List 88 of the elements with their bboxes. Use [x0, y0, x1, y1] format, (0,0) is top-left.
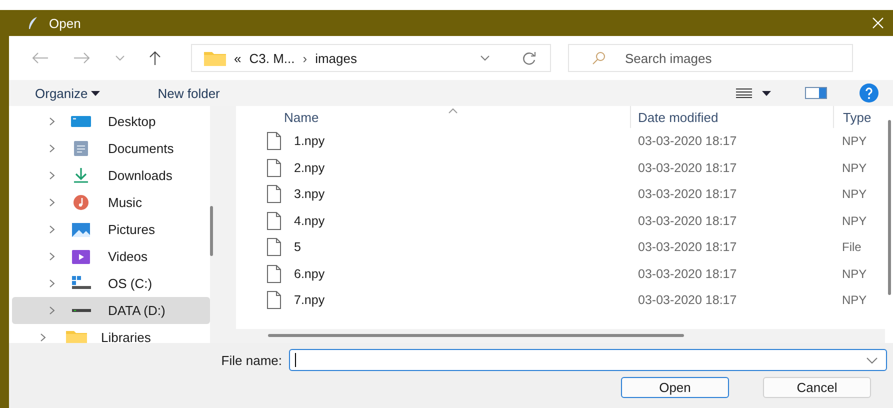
- forward-arrow-icon[interactable]: [73, 52, 91, 64]
- address-bar[interactable]: « C3. M... › images: [191, 44, 551, 72]
- scrollbar-thumb[interactable]: [210, 206, 213, 256]
- type-cell-text: NPY: [841, 292, 868, 310]
- scrollbar-thumb[interactable]: [888, 120, 891, 295]
- file-icon: [266, 132, 282, 150]
- date-cell-text: 03-03-2020 18:17: [637, 266, 738, 283]
- file-name-field[interactable]: [289, 349, 887, 371]
- breadcrumb[interactable]: images: [315, 50, 358, 66]
- open-button[interactable]: Open: [621, 377, 729, 398]
- up-arrow-icon[interactable]: [149, 50, 161, 66]
- sidebar-item[interactable]: Downloads: [12, 162, 210, 189]
- search-field[interactable]: Search images: [568, 44, 853, 72]
- folder-icon: [204, 50, 226, 66]
- chevron-right-icon[interactable]: [49, 306, 55, 315]
- file-icon: [266, 238, 282, 256]
- overflow-chevrons[interactable]: «: [234, 50, 242, 66]
- preview-pane-icon[interactable]: [805, 87, 827, 99]
- help-icon[interactable]: [859, 83, 879, 103]
- field-label: File name:: [221, 352, 282, 368]
- search-icon: [592, 51, 606, 65]
- date-cell-text: 03-03-2020 18:17: [637, 160, 738, 177]
- file-name[interactable]: 6.npy: [294, 266, 325, 281]
- window-title: Open: [49, 16, 81, 30]
- date-column-header[interactable]: Date modified: [631, 106, 834, 128]
- sidebar-item[interactable]: DATA (D:): [12, 297, 210, 324]
- chevron-right-icon[interactable]: [49, 279, 55, 288]
- file-icon: [266, 185, 282, 204]
- sidebar-item[interactable]: Documents: [12, 135, 210, 162]
- date-cell-text: 03-03-2020 18:17: [637, 133, 738, 150]
- caret-icon[interactable]: [762, 90, 771, 96]
- file-icon: [266, 264, 282, 283]
- file-name[interactable]: 7.npy: [294, 293, 325, 308]
- sort-ascending-icon[interactable]: [448, 108, 458, 114]
- file-name[interactable]: 2.npy: [294, 160, 325, 175]
- date-cell-text: 03-03-2020 18:17: [637, 212, 738, 230]
- file-name[interactable]: 1.npy: [294, 134, 325, 148]
- sidebar-item[interactable]: Music: [12, 189, 210, 216]
- type-cell-text: NPY: [841, 133, 868, 150]
- text-cursor: [295, 353, 296, 367]
- type-cell-text: NPY: [841, 266, 868, 283]
- drive-icon: [71, 275, 92, 292]
- chevron-right-icon[interactable]: [49, 252, 55, 261]
- chevron-down-icon[interactable]: [480, 55, 490, 61]
- feather-icon: [27, 16, 39, 30]
- videos-icon: [71, 248, 92, 265]
- chevron-right-icon[interactable]: [49, 198, 55, 207]
- file-icon: [266, 212, 282, 230]
- pictures-icon: [71, 221, 92, 238]
- file-name[interactable]: 3.npy: [294, 187, 325, 202]
- file-icon: [266, 158, 282, 177]
- chevron-down-icon[interactable]: [115, 55, 125, 61]
- cancel-button[interactable]: Cancel: [763, 377, 871, 398]
- sidebar-item[interactable]: Desktop: [12, 108, 210, 135]
- organize-button[interactable]: Organize: [35, 86, 120, 100]
- name-column-header[interactable]: Name: [236, 106, 631, 128]
- file-name[interactable]: 4.npy: [294, 214, 325, 228]
- sidebar-item[interactable]: Videos: [12, 243, 210, 270]
- file-icon: [266, 291, 282, 310]
- type-cell-text: NPY: [841, 186, 868, 204]
- type-cell-text: NPY: [841, 160, 868, 177]
- type-cell-text: File: [841, 239, 862, 256]
- date-cell-text: 03-03-2020 18:17: [637, 239, 738, 256]
- breadcrumb-separator: ›: [302, 50, 308, 66]
- drive-icon: [72, 309, 91, 312]
- back-arrow-icon[interactable]: [31, 52, 49, 64]
- chevron-right-icon[interactable]: [49, 225, 55, 234]
- scrollbar-thumb[interactable]: [268, 334, 684, 337]
- file-name[interactable]: 5: [294, 240, 301, 254]
- chevron-right-icon[interactable]: [40, 333, 46, 342]
- list-view-icon[interactable]: [736, 88, 752, 98]
- folder-icon: [66, 329, 87, 343]
- caret-icon: [90, 90, 100, 96]
- sidebar-item[interactable]: Pictures: [12, 216, 210, 243]
- chevron-right-icon[interactable]: [49, 171, 55, 180]
- chevron-down-icon[interactable]: [866, 356, 878, 364]
- refresh-icon[interactable]: [522, 51, 536, 65]
- desktop-icon: [71, 113, 92, 130]
- close-icon[interactable]: [871, 16, 885, 30]
- chevron-right-icon[interactable]: [49, 117, 55, 126]
- date-cell-text: 03-03-2020 18:17: [637, 292, 738, 310]
- new-folder-button[interactable]: New folder: [158, 86, 220, 100]
- type-column-header[interactable]: Type: [834, 106, 884, 128]
- chevron-right-icon[interactable]: [49, 144, 55, 153]
- type-cell-text: NPY: [841, 212, 868, 230]
- breadcrumb[interactable]: C3. M...: [249, 50, 295, 66]
- sidebar-item[interactable]: OS (C:): [12, 270, 210, 297]
- date-cell-text: 03-03-2020 18:17: [637, 186, 738, 204]
